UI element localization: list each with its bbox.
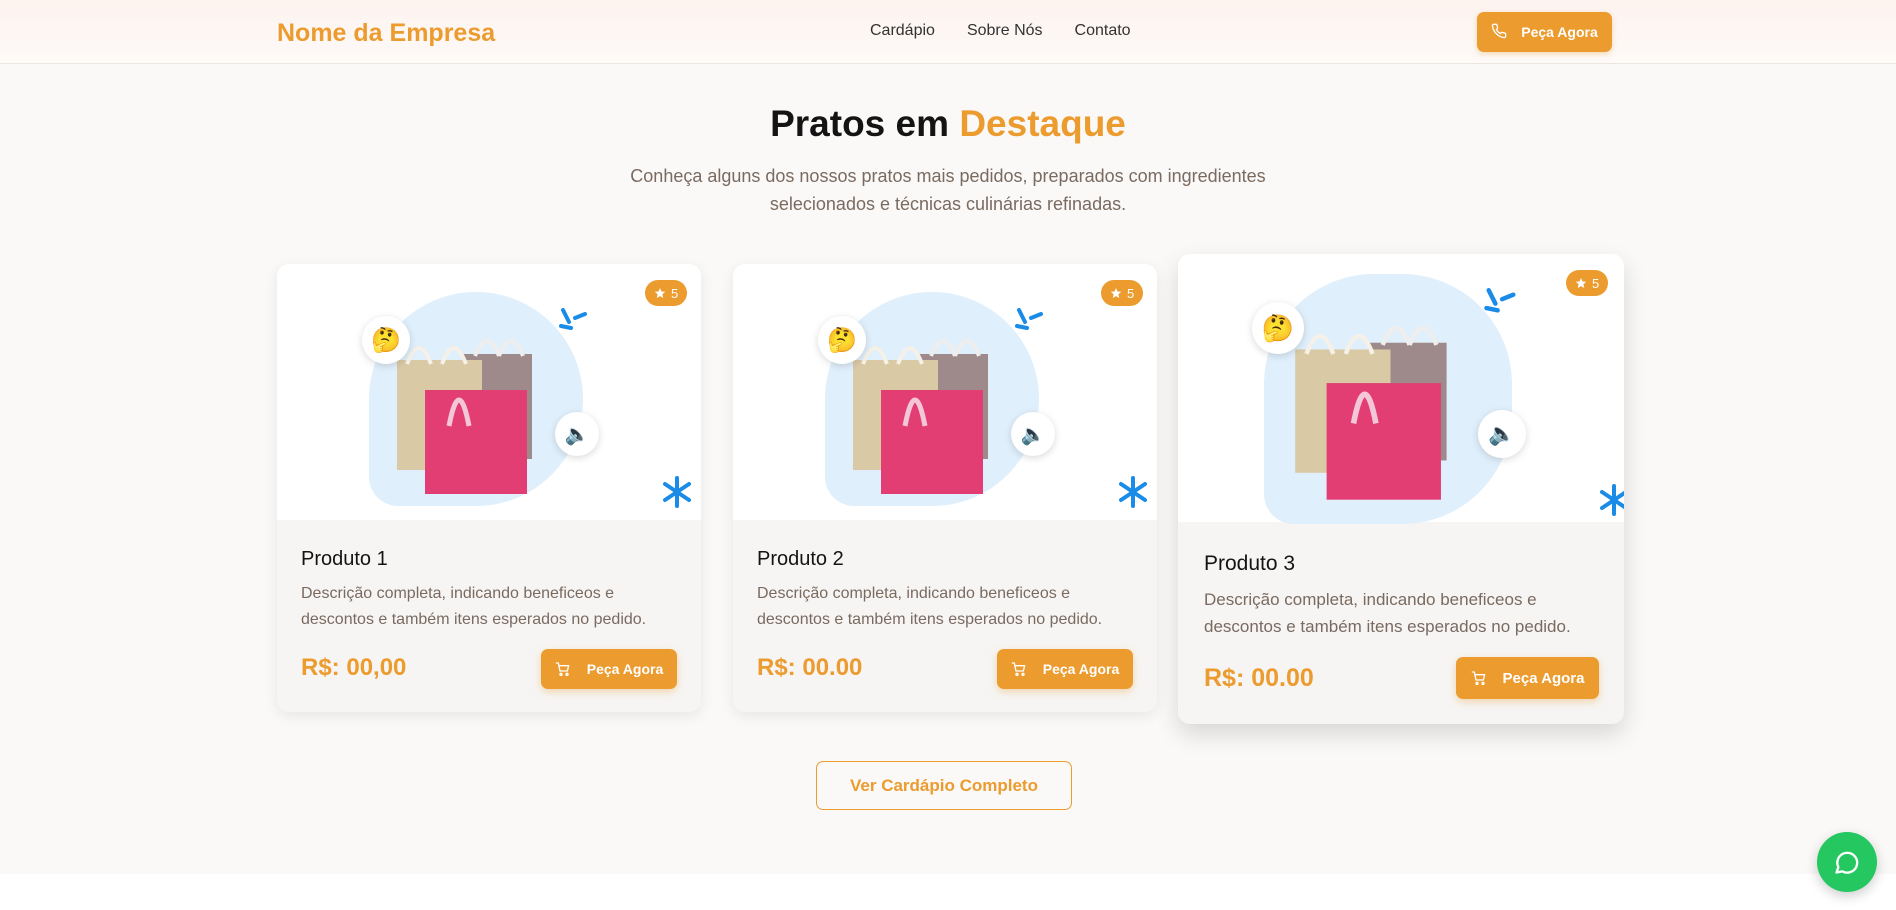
logo[interactable]: Nome da Empresa — [277, 19, 495, 48]
rating-value: 5 — [1592, 275, 1600, 291]
full-menu-button[interactable]: Ver Cardápio Completo — [816, 761, 1072, 810]
section-subtitle: Conheça alguns dos nossos pratos mais pe… — [630, 166, 1266, 214]
cart-icon — [555, 662, 570, 676]
section-title-accent: Destaque — [959, 103, 1126, 144]
order-now-label: Peça Agora — [586, 661, 664, 677]
thinking-emoji-icon: 🤔 — [1252, 302, 1304, 354]
cart-icon — [1471, 671, 1485, 685]
star-icon — [1110, 288, 1122, 298]
product-name: Produto 3 — [1204, 552, 1296, 575]
cart-icon — [1011, 662, 1026, 676]
speaker-emoji-icon: 🔈 — [1478, 410, 1526, 458]
rating-value: 5 — [671, 285, 679, 301]
product-description: Descrição completa, indicando beneficeos… — [301, 585, 647, 628]
product-description: Descrição completa, indicando beneficeos… — [757, 585, 1103, 628]
shopping-bags-illustration — [853, 339, 988, 494]
star-icon — [1575, 278, 1587, 288]
thinking-emoji-icon: 🤔 — [362, 316, 410, 364]
order-now-header-label: Peça Agora — [1521, 24, 1598, 40]
product-card-3: 🤔 🔈 5 Produto 3 Descrição completa, indi… — [1178, 254, 1624, 724]
nav-link-cardapio[interactable]: Cardápio — [870, 22, 935, 40]
speaker-emoji-icon: 🔈 — [1011, 412, 1055, 456]
sparkle-icon — [1015, 308, 1043, 330]
product-name: Produto 1 — [301, 548, 388, 570]
product-price: R$: 00,00 — [301, 654, 407, 681]
section-title: Pratos em Destaque — [0, 103, 1896, 145]
nav-link-sobre-nos[interactable]: Sobre Nós — [967, 22, 1043, 40]
asterisk-icon — [663, 476, 691, 508]
sparkle-icon — [1484, 288, 1516, 313]
rating-badge: 5 — [1566, 270, 1609, 296]
shopping-bags-illustration — [397, 339, 532, 494]
site-header: Nome da Empresa Cardápio Sobre Nós Conta… — [0, 0, 1896, 64]
speaker-emoji-icon: 🔈 — [555, 412, 599, 456]
nav-link-contato[interactable]: Contato — [1075, 22, 1131, 40]
phone-icon — [1491, 23, 1507, 42]
rating-badge: 5 — [1101, 280, 1144, 306]
product-card-1: 🤔 🔈 5 Produto 1 Descrição completa, indi… — [277, 264, 701, 712]
product-price: R$: 00.00 — [1204, 664, 1314, 692]
order-now-header-button[interactable]: Peça Agora — [1477, 12, 1612, 52]
product-price: R$: 00.00 — [757, 654, 863, 681]
whatsapp-icon — [1835, 851, 1859, 874]
order-now-label: Peça Agora — [1502, 669, 1585, 687]
product-card-2: 🤔 🔈 5 Produto 2 Descrição completa, indi… — [733, 264, 1157, 712]
rating-value: 5 — [1127, 285, 1135, 301]
product-description: Descrição completa, indicando beneficeos… — [1204, 590, 1571, 636]
whatsapp-button[interactable] — [1817, 832, 1877, 892]
asterisk-icon — [1600, 484, 1624, 516]
thinking-emoji-icon: 🤔 — [818, 316, 866, 364]
sparkle-icon — [559, 308, 587, 330]
rating-badge: 5 — [645, 280, 688, 306]
next-section-edge — [0, 874, 1896, 910]
product-name: Produto 2 — [757, 548, 844, 570]
order-now-label: Peça Agora — [1042, 661, 1120, 677]
section-title-main: Pratos em — [770, 103, 950, 144]
product-image: 🤔 🔈 5 — [733, 264, 1157, 520]
product-image: 🤔 🔈 5 — [1178, 254, 1624, 524]
order-now-button[interactable]: Peça Agora — [541, 649, 677, 689]
order-now-button[interactable]: Peça Agora — [1456, 657, 1599, 699]
star-icon — [654, 288, 666, 298]
shopping-bags-illustration — [1295, 326, 1447, 500]
asterisk-icon — [1119, 476, 1147, 508]
product-image: 🤔 🔈 5 — [277, 264, 701, 520]
order-now-button[interactable]: Peça Agora — [997, 649, 1133, 689]
main-nav: Cardápio Sobre Nós Contato — [870, 22, 1131, 40]
